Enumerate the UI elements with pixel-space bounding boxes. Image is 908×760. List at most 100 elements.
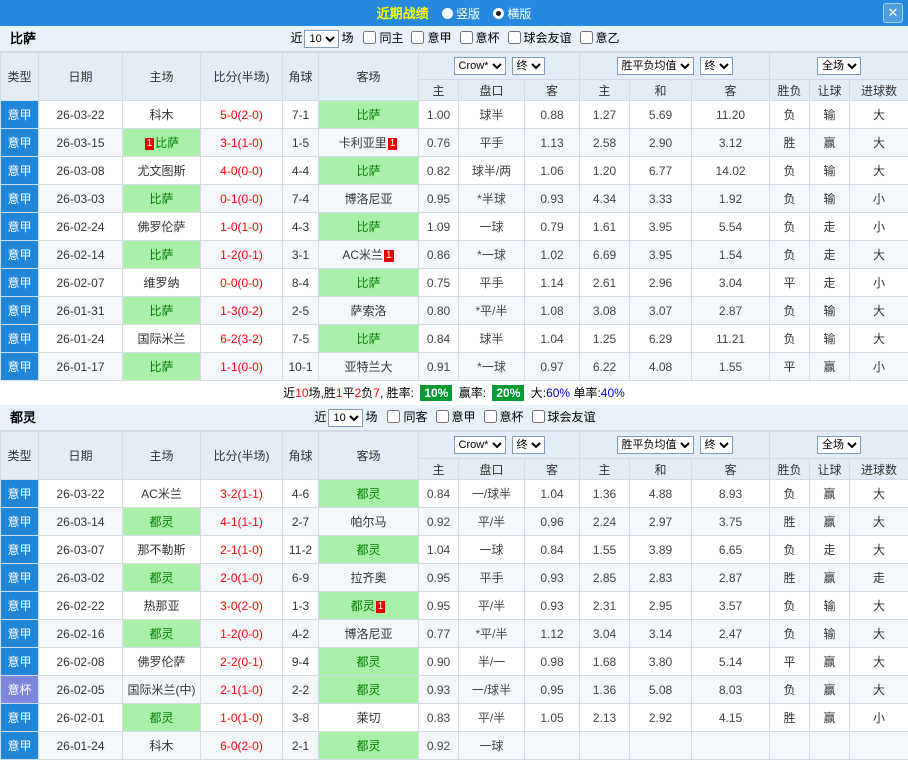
away-team-cell[interactable]: AC米兰1 [319, 241, 419, 269]
home-team-cell[interactable]: 佛罗伦萨 [123, 648, 201, 676]
score-cell[interactable]: 0-1(0-0) [201, 185, 283, 213]
score-cell[interactable]: 1-0(1-0) [201, 704, 283, 732]
wdl-result-cell [770, 732, 810, 760]
home-team-cell[interactable]: AC米兰 [123, 480, 201, 508]
home-team-cell[interactable]: 1比萨 [123, 129, 201, 157]
away-team-cell[interactable]: 卡利亚里1 [319, 129, 419, 157]
handicap-result-cell: 赢 [810, 648, 850, 676]
away-team-cell[interactable]: 拉齐奥 [319, 564, 419, 592]
score-cell[interactable]: 4-1(1-1) [201, 508, 283, 536]
avg-draw-cell: 2.92 [630, 704, 692, 732]
home-team-cell[interactable]: 比萨 [123, 297, 201, 325]
recent-count-select[interactable]: 10 [304, 30, 339, 48]
home-team-cell[interactable]: 都灵 [123, 620, 201, 648]
score-cell[interactable]: 1-1(0-0) [201, 353, 283, 381]
filter-checkbox[interactable] [484, 410, 497, 423]
away-team-cell[interactable]: 都灵 [319, 480, 419, 508]
score-cell[interactable]: 3-0(2-0) [201, 592, 283, 620]
home-team-cell[interactable]: 佛罗伦萨 [123, 213, 201, 241]
away-team-cell[interactable]: 都灵1 [319, 592, 419, 620]
score-cell[interactable]: 2-1(1-0) [201, 536, 283, 564]
score-cell[interactable]: 1-0(1-0) [201, 213, 283, 241]
avg-draw-cell [630, 732, 692, 760]
score-cell[interactable]: 3-1(1-0) [201, 129, 283, 157]
home-team-cell[interactable]: 国际米兰 [123, 325, 201, 353]
filter-option-意甲[interactable]: 意甲 [436, 410, 476, 424]
home-team-cell[interactable]: 比萨 [123, 353, 201, 381]
away-team-cell[interactable]: 比萨 [319, 269, 419, 297]
away-team-cell[interactable]: 都灵 [319, 648, 419, 676]
away-team-cell[interactable]: 萨索洛 [319, 297, 419, 325]
layout-option-vertical[interactable]: 竖版 [442, 1, 480, 27]
home-team-cell[interactable]: 比萨 [123, 185, 201, 213]
away-team-cell[interactable]: 比萨 [319, 101, 419, 129]
score-cell[interactable]: 0-0(0-0) [201, 269, 283, 297]
home-team-cell[interactable]: 比萨 [123, 241, 201, 269]
filter-option-同客[interactable]: 同客 [387, 410, 427, 424]
score-cell[interactable]: 5-0(2-0) [201, 101, 283, 129]
avg-stage-select[interactable]: 终 [700, 436, 733, 454]
score-cell[interactable]: 3-2(1-1) [201, 480, 283, 508]
score-cell[interactable]: 2-1(1-0) [201, 676, 283, 704]
home-team-cell[interactable]: 热那亚 [123, 592, 201, 620]
filter-checkbox[interactable] [532, 410, 545, 423]
layout-option-horizontal[interactable]: 横版 [493, 1, 531, 27]
away-odds-cell: 1.08 [525, 297, 580, 325]
scope-select[interactable]: 全场 [817, 57, 861, 75]
filter-option-球会友谊[interactable]: 球会友谊 [532, 410, 596, 424]
home-team-cell[interactable]: 都灵 [123, 564, 201, 592]
home-odds-cell: 0.84 [419, 480, 459, 508]
score-cell[interactable]: 2-2(0-1) [201, 648, 283, 676]
away-team-cell[interactable]: 亚特兰大 [319, 353, 419, 381]
recent-count-select[interactable]: 10 [328, 409, 363, 427]
home-team-cell[interactable]: 尤文图斯 [123, 157, 201, 185]
filter-option-球会友谊[interactable]: 球会友谊 [508, 31, 572, 45]
away-team-cell[interactable]: 都灵 [319, 536, 419, 564]
home-team-cell[interactable]: 维罗纳 [123, 269, 201, 297]
home-team-cell[interactable]: 科木 [123, 101, 201, 129]
score-cell[interactable]: 6-2(3-2) [201, 325, 283, 353]
score-cell[interactable]: 4-0(0-0) [201, 157, 283, 185]
bookmaker-select[interactable]: Crow* [454, 57, 506, 75]
away-team-cell[interactable]: 都灵 [319, 676, 419, 704]
filter-option-意乙[interactable]: 意乙 [580, 31, 620, 45]
odds-stage-select[interactable]: 终 [512, 57, 545, 75]
away-team-cell[interactable]: 帕尔马 [319, 508, 419, 536]
score-cell[interactable]: 1-2(0-1) [201, 241, 283, 269]
filter-checkbox[interactable] [580, 31, 593, 44]
scope-select[interactable]: 全场 [817, 436, 861, 454]
filter-option-同主[interactable]: 同主 [363, 31, 403, 45]
bookmaker-select[interactable]: Crow* [454, 436, 506, 454]
score-cell[interactable]: 1-3(0-2) [201, 297, 283, 325]
score-cell[interactable]: 1-2(0-0) [201, 620, 283, 648]
match-row: 意甲26-01-24国际米兰6-2(3-2)7-5比萨0.84球半1.041.2… [1, 325, 908, 353]
away-team-cell[interactable]: 比萨 [319, 157, 419, 185]
filter-checkbox[interactable] [436, 410, 449, 423]
away-team-cell[interactable]: 比萨 [319, 325, 419, 353]
away-team-cell[interactable]: 博洛尼亚 [319, 620, 419, 648]
close-button[interactable]: ✕ [883, 3, 903, 23]
filter-option-意甲[interactable]: 意甲 [411, 31, 451, 45]
filter-option-意杯[interactable]: 意杯 [484, 410, 524, 424]
filter-checkbox[interactable] [508, 31, 521, 44]
filter-option-意杯[interactable]: 意杯 [460, 31, 500, 45]
away-team-cell[interactable]: 博洛尼亚 [319, 185, 419, 213]
home-team-cell[interactable]: 科木 [123, 732, 201, 760]
avg-select[interactable]: 胜平负均值 [617, 436, 694, 454]
filter-checkbox[interactable] [460, 31, 473, 44]
away-team-cell[interactable]: 莱切 [319, 704, 419, 732]
home-team-cell[interactable]: 那不勒斯 [123, 536, 201, 564]
avg-select[interactable]: 胜平负均值 [617, 57, 694, 75]
home-team-cell[interactable]: 都灵 [123, 704, 201, 732]
filter-checkbox[interactable] [411, 31, 424, 44]
odds-stage-select[interactable]: 终 [512, 436, 545, 454]
away-team-cell[interactable]: 比萨 [319, 213, 419, 241]
score-cell[interactable]: 6-0(2-0) [201, 732, 283, 760]
filter-checkbox[interactable] [363, 31, 376, 44]
filter-checkbox[interactable] [387, 410, 400, 423]
score-cell[interactable]: 2-0(1-0) [201, 564, 283, 592]
away-team-cell[interactable]: 都灵 [319, 732, 419, 760]
avg-stage-select[interactable]: 终 [700, 57, 733, 75]
home-team-cell[interactable]: 都灵 [123, 508, 201, 536]
home-team-cell[interactable]: 国际米兰(中) [123, 676, 201, 704]
